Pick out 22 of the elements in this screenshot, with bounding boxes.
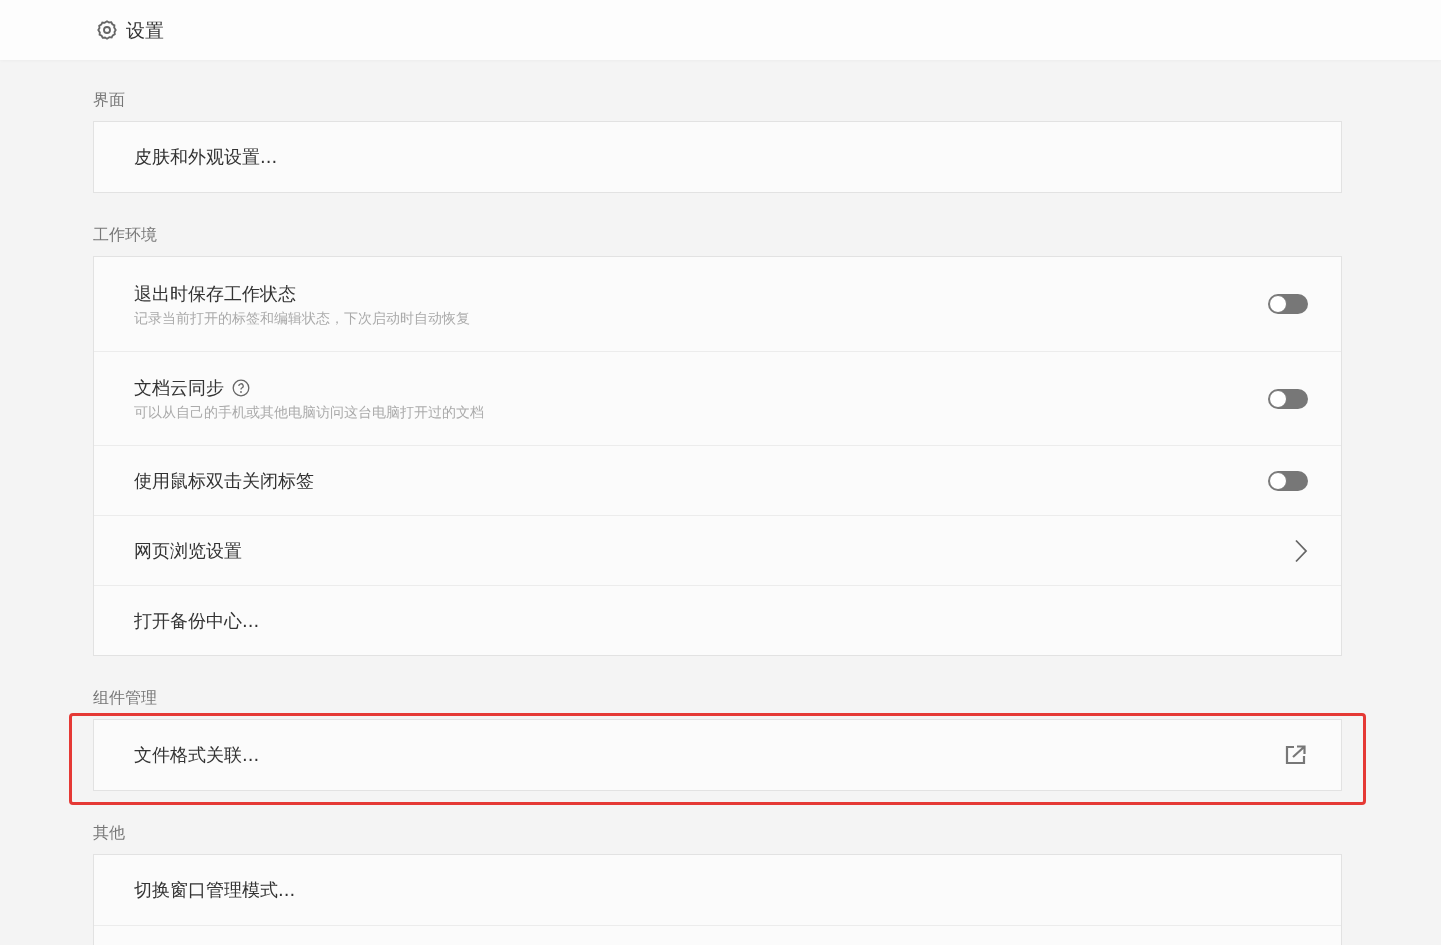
setting-title[interactable]: 网页浏览设置 (134, 538, 242, 563)
setting-title[interactable]: 皮肤和外观设置... (134, 145, 278, 169)
chevron-right-icon (1294, 538, 1308, 563)
setting-title: 使用鼠标双击关闭标签 (134, 468, 314, 493)
section-label: 其他 (93, 823, 126, 843)
setting-title[interactable]: 切换窗口管理模式... (134, 878, 296, 902)
external-link-icon (1284, 744, 1308, 766)
setting-description: 可以从自己的手机或其他电脑访问这台电脑打开过的文档 (134, 403, 484, 421)
toggle-switch[interactable] (1268, 294, 1308, 314)
setting-description: 记录当前打开的标签和编辑状态，下次启动时自动恢复 (134, 308, 470, 327)
setting-title: 文档云同步 (134, 376, 224, 400)
section-label: 工作环境 (93, 225, 158, 245)
section-label: 界面 (93, 90, 126, 110)
setting-title: 退出时保存工作状态 (134, 281, 296, 306)
settings-icon (96, 19, 118, 41)
help-icon (232, 379, 250, 397)
page-title: 设置 (126, 17, 164, 43)
setting-title[interactable]: 打开备份中心... (134, 608, 260, 633)
setting-title[interactable]: 文件格式关联... (134, 743, 260, 767)
section-label: 组件管理 (93, 688, 158, 708)
toggle-switch[interactable] (1268, 470, 1308, 491)
toggle-switch[interactable] (1268, 388, 1308, 409)
